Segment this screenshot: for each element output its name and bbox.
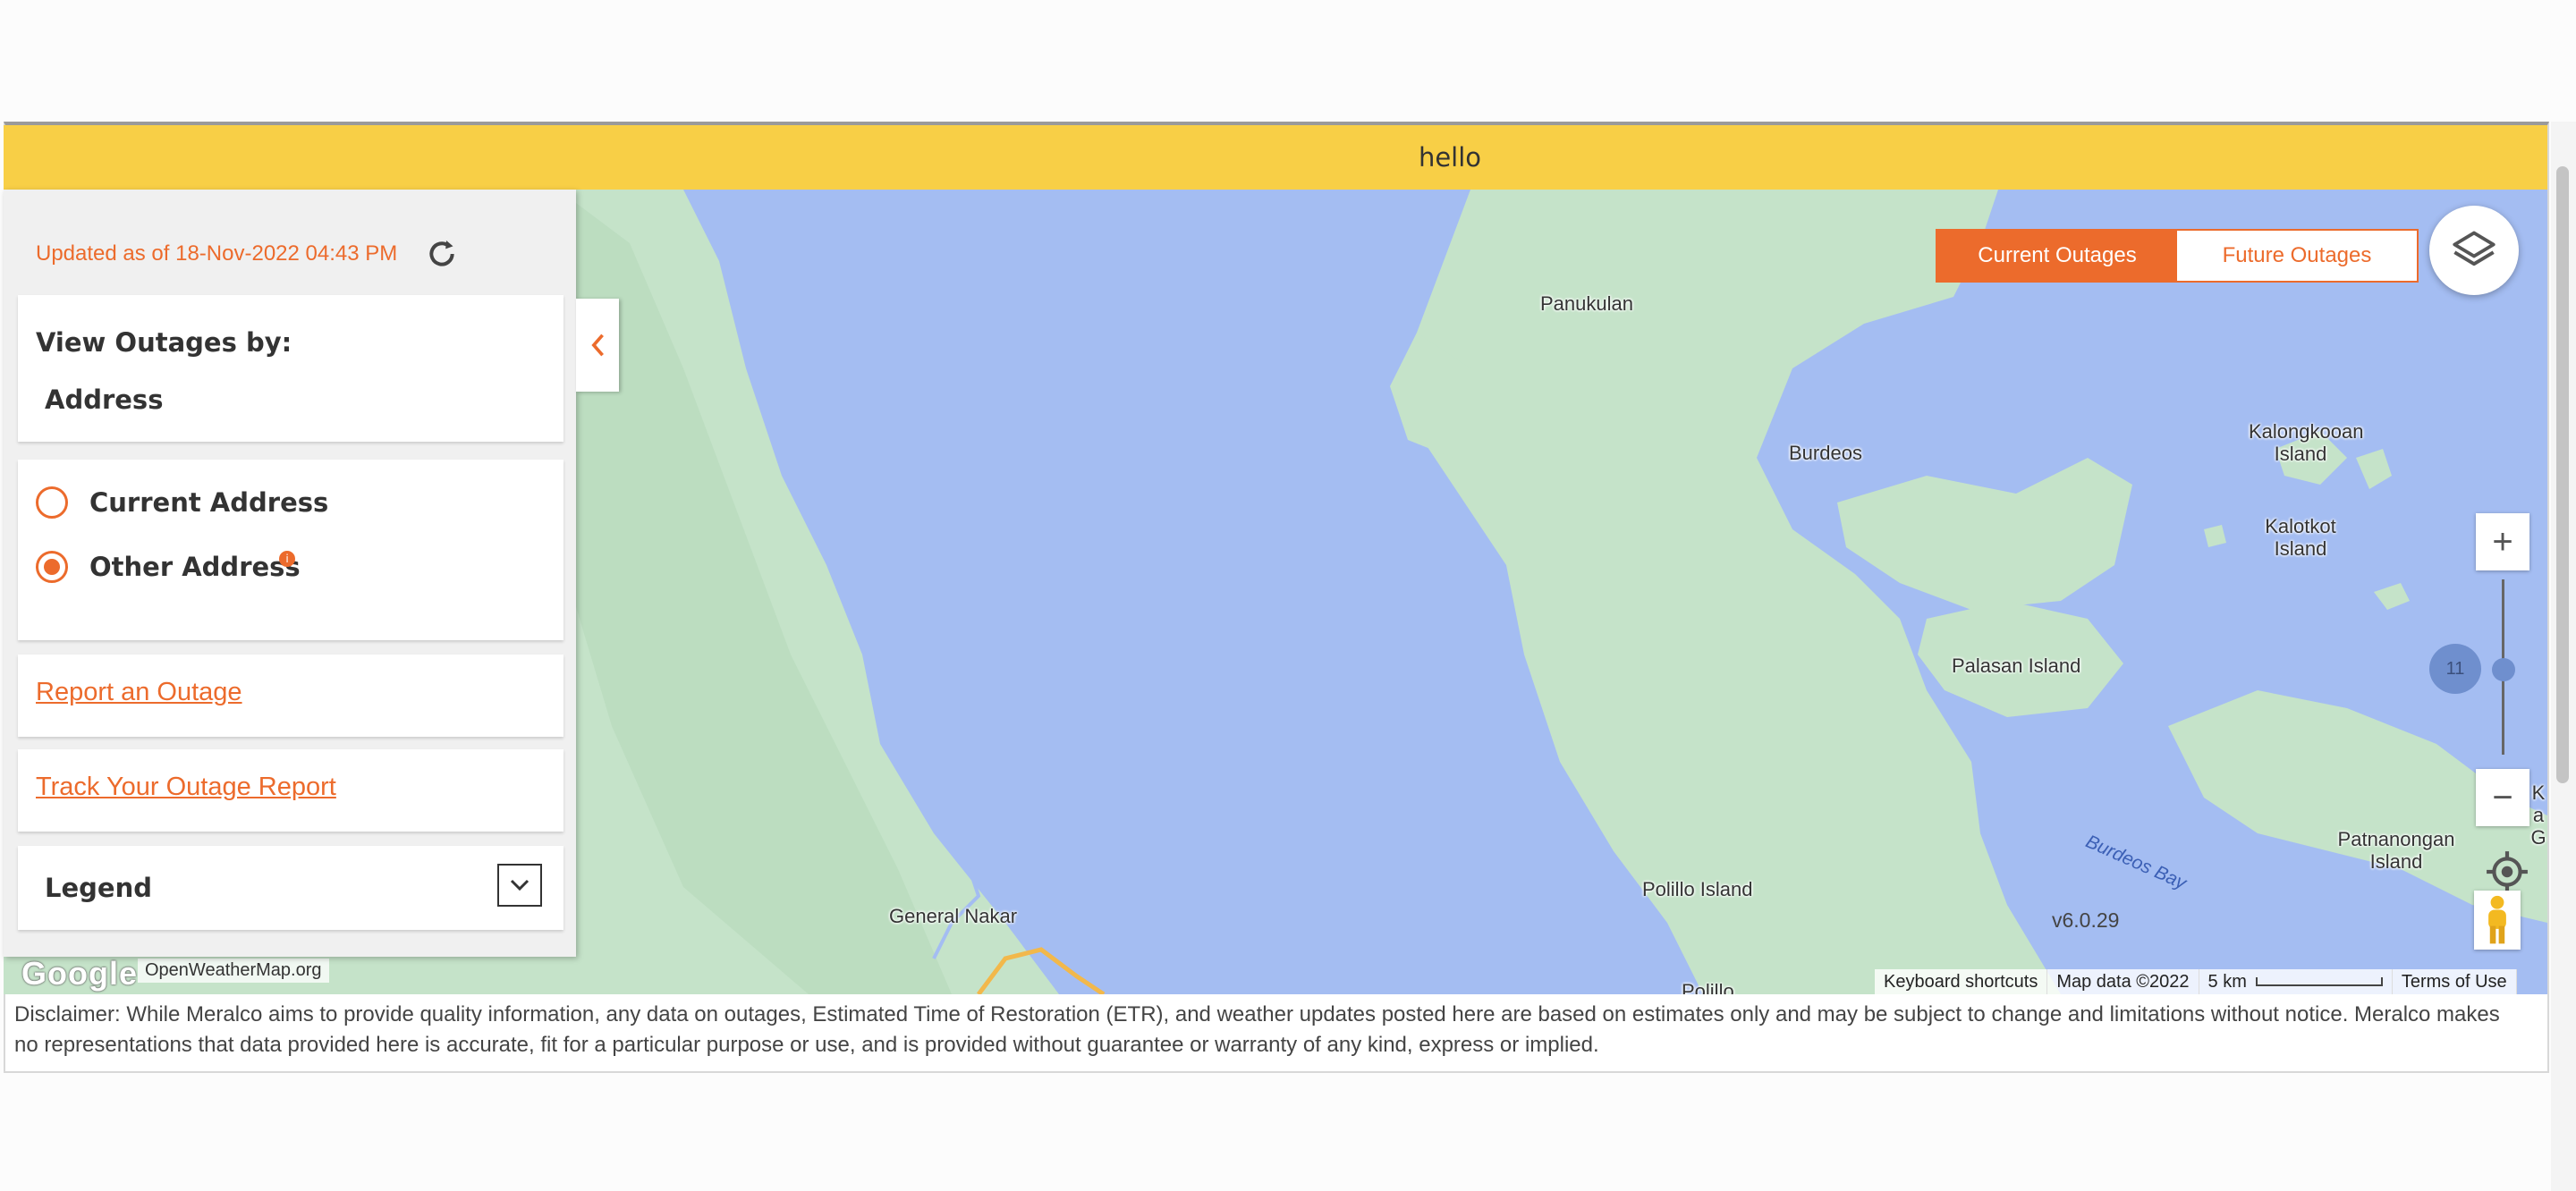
- future-outages-tab[interactable]: Future Outages: [2177, 231, 2417, 281]
- place-label: Palasan Island: [1952, 655, 2081, 677]
- collapse-panel-button[interactable]: [576, 299, 619, 392]
- place-label: Burdeos: [1789, 442, 1862, 464]
- announcement-banner: hello: [4, 125, 2547, 190]
- layers-button[interactable]: [2429, 206, 2519, 295]
- map-data-label: Map data ©2022: [2047, 969, 2199, 994]
- scale-label: 5 km: [2207, 971, 2247, 992]
- radio-button[interactable]: [36, 551, 68, 583]
- street-view-button[interactable]: [2474, 891, 2521, 950]
- zoom-in-button[interactable]: +: [2476, 513, 2529, 570]
- refresh-icon[interactable]: [424, 236, 460, 272]
- current-outages-tab[interactable]: Current Outages: [1937, 231, 2177, 281]
- legend-expand-button[interactable]: [497, 864, 542, 907]
- radio-label: Current Address: [89, 487, 329, 518]
- current-address-option[interactable]: Current Address: [36, 486, 328, 519]
- radio-selected-dot: [44, 559, 60, 575]
- track-report-card: Track Your Outage Report: [18, 749, 564, 832]
- layers-icon: [2453, 231, 2496, 266]
- disclaimer-text: Disclaimer: While Meralco aims to provid…: [14, 1002, 2500, 1057]
- other-address-option[interactable]: Other Address: [36, 551, 301, 583]
- updated-timestamp: Updated as of 18-Nov-2022 04:43 PM: [36, 241, 398, 266]
- place-label: Ka G: [2530, 781, 2546, 849]
- place-label: Kalotkot Island: [2265, 515, 2336, 560]
- keyboard-shortcuts-link[interactable]: Keyboard shortcuts: [1875, 969, 2048, 994]
- radio-label: Other Address: [89, 552, 301, 582]
- plus-icon: +: [2492, 521, 2513, 562]
- place-label: General Nakar: [889, 905, 1018, 927]
- address-options-card: Current Address Other Address i: [18, 460, 564, 640]
- outage-side-panel: Updated as of 18-Nov-2022 04:43 PM View …: [4, 190, 576, 957]
- chevron-left-icon: [591, 334, 604, 357]
- info-icon[interactable]: i: [279, 551, 295, 567]
- chevron-down-icon: [510, 879, 530, 891]
- radio-button[interactable]: [36, 486, 68, 519]
- zoom-out-button[interactable]: −: [2476, 769, 2529, 826]
- owm-attribution: OpenWeatherMap.org: [138, 959, 329, 983]
- pegman-icon: [2488, 895, 2506, 944]
- outage-type-toggle[interactable]: Current Outages Future Outages: [1936, 229, 2419, 283]
- scrollbar-thumb[interactable]: [2556, 166, 2569, 783]
- scale-bar[interactable]: 5 km: [2199, 969, 2393, 994]
- banner-text: hello: [1418, 142, 1482, 173]
- map-attribution-bar: Keyboard shortcuts Map data ©2022 5 km T…: [1875, 969, 2517, 994]
- place-label: Patnanongan Island: [2337, 828, 2455, 873]
- track-report-link[interactable]: Track Your Outage Report: [36, 773, 336, 802]
- legend-card[interactable]: Legend: [18, 846, 564, 930]
- place-label: Kalongkooan Island: [2249, 420, 2364, 465]
- view-by-title: View Outages by:: [36, 327, 292, 358]
- place-label: Polillo Island: [1642, 878, 1753, 900]
- version-label: v6.0.29: [2052, 908, 2120, 932]
- zoom-slider-handle[interactable]: [2492, 658, 2515, 681]
- google-logo: Google: [21, 955, 138, 992]
- report-outage-card: Report an Outage: [18, 655, 564, 737]
- locate-me-icon[interactable]: [2485, 849, 2529, 894]
- scale-line: [2255, 977, 2383, 986]
- legend-label: Legend: [45, 873, 152, 903]
- terms-link[interactable]: Terms of Use: [2392, 969, 2517, 994]
- place-label: Polillo: [1682, 980, 1734, 994]
- view-by-card: View Outages by: Address: [18, 295, 564, 442]
- place-label: Panukulan: [1540, 292, 1633, 315]
- report-outage-link[interactable]: Report an Outage: [36, 678, 242, 707]
- minus-icon: −: [2492, 777, 2513, 817]
- view-by-value[interactable]: Address: [45, 384, 163, 415]
- zoom-level-indicator: 11: [2429, 644, 2481, 694]
